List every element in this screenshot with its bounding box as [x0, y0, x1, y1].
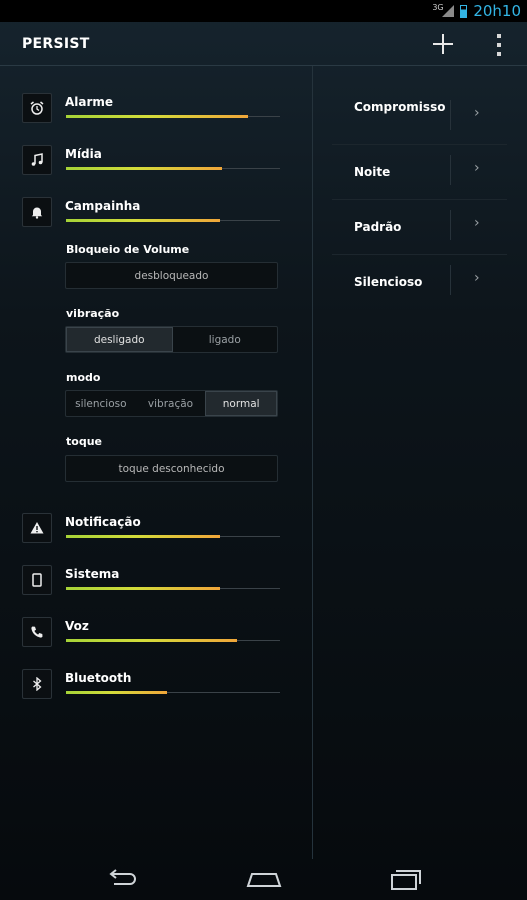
volume-slider-fill[interactable]	[66, 639, 237, 642]
volume-row-bluetooth: Bluetooth	[22, 669, 282, 705]
mode-selector: silencioso vibração normal	[65, 390, 278, 417]
volume-label: Sistema	[65, 567, 120, 581]
profile-list: Compromisso › Noite › Padrão › Silencios…	[332, 90, 507, 310]
battery-icon	[460, 4, 468, 18]
volume-lock-button[interactable]: desbloqueado	[65, 262, 278, 289]
profile-item[interactable]: Noite ›	[332, 145, 507, 200]
mode-option-normal[interactable]: normal	[205, 391, 278, 416]
volume-label: Bluetooth	[65, 671, 132, 685]
volume-row-ringer: Campainha	[22, 197, 282, 233]
mode-option-silent[interactable]: silencioso	[66, 391, 136, 416]
volume-label: Alarme	[65, 95, 114, 109]
profile-item[interactable]: Compromisso ›	[332, 90, 507, 145]
volume-lock-label: Bloqueio de Volume	[66, 243, 190, 256]
volume-row-notification: Notificação	[22, 513, 282, 549]
volume-label: Voz	[65, 619, 89, 633]
profile-label: Silencioso	[354, 275, 423, 289]
overflow-menu-icon[interactable]	[494, 34, 504, 56]
vibration-toggle: desligado ligado	[65, 326, 278, 353]
app-title: PERSIST	[22, 35, 90, 52]
chevron-right-icon[interactable]: ›	[474, 215, 480, 231]
profile-item[interactable]: Silencioso ›	[332, 255, 507, 310]
ringtone-label: toque	[66, 435, 102, 448]
profile-item[interactable]: Padrão ›	[332, 200, 507, 255]
alarm-clock-icon	[22, 93, 52, 123]
back-icon[interactable]	[102, 867, 142, 891]
volume-slider-fill[interactable]	[66, 167, 222, 170]
volume-row-system: Sistema	[22, 565, 282, 601]
profile-label: Noite	[354, 165, 391, 179]
vibration-option-off[interactable]: desligado	[66, 327, 173, 352]
mode-label: modo	[66, 371, 101, 384]
music-note-icon	[22, 145, 52, 175]
chevron-right-icon[interactable]: ›	[474, 105, 480, 121]
mode-option-vibrate[interactable]: vibração	[136, 391, 206, 416]
volume-slider-fill[interactable]	[66, 587, 220, 590]
pane-divider	[312, 66, 313, 859]
volume-row-voice: Voz	[22, 617, 282, 653]
bluetooth-icon	[22, 669, 52, 699]
volume-slider-fill[interactable]	[66, 535, 220, 538]
ringtone-button[interactable]: toque desconhecido	[65, 455, 278, 482]
volume-label: Campainha	[65, 199, 141, 213]
profile-label: Padrão	[354, 220, 402, 234]
volume-slider-fill[interactable]	[66, 115, 248, 118]
volume-slider-fill[interactable]	[66, 219, 220, 222]
profile-label: Compromisso	[354, 100, 446, 114]
home-icon[interactable]	[244, 867, 284, 891]
bell-icon	[22, 197, 52, 227]
vibration-label: vibração	[66, 307, 120, 320]
clock: 20h10	[473, 2, 521, 20]
action-bar: PERSIST	[0, 22, 527, 66]
volume-slider-fill[interactable]	[66, 691, 167, 694]
vibration-option-on[interactable]: ligado	[173, 327, 278, 352]
handset-icon	[22, 617, 52, 647]
volume-label: Mídia	[65, 147, 102, 161]
volume-row-media: Mídia	[22, 145, 282, 181]
chevron-right-icon[interactable]: ›	[474, 270, 480, 286]
volume-label: Notificação	[65, 515, 141, 529]
add-icon[interactable]	[431, 32, 455, 56]
recent-apps-icon[interactable]	[388, 867, 428, 891]
navigation-bar	[0, 859, 527, 900]
chevron-right-icon[interactable]: ›	[474, 160, 480, 176]
warning-icon	[22, 513, 52, 543]
phone-icon	[22, 565, 52, 595]
status-bar: 3G 20h10	[0, 0, 527, 22]
volume-row-alarm: Alarme	[22, 93, 282, 129]
signal-icon: 3G	[432, 3, 455, 17]
network-type: 3G	[432, 3, 444, 12]
